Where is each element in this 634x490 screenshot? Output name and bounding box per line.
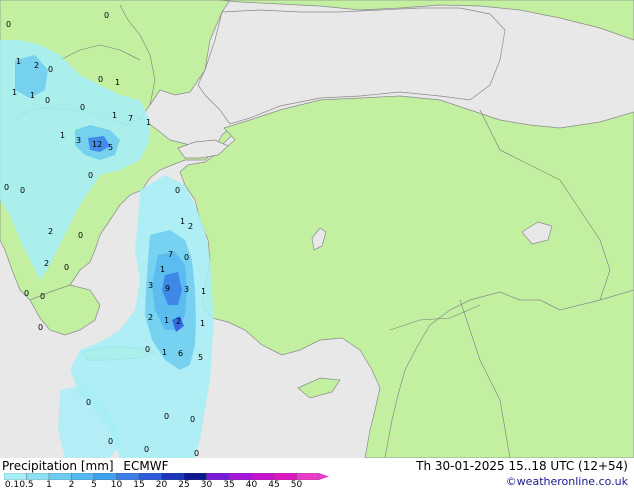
rain-amount-label: 3 xyxy=(76,136,81,145)
valid-time: Th 30-01-2025 15..18 UTC (12+54) xyxy=(416,459,628,473)
rain-amount-label: 1 xyxy=(146,118,151,127)
rain-amount-label: 7 xyxy=(168,250,173,259)
colorbar-segment xyxy=(116,473,140,480)
model-name: ECMWF xyxy=(123,459,169,473)
rain-amount-label: 0 xyxy=(80,103,85,112)
colorbar-level-label: 2 xyxy=(68,480,75,490)
colorbar-segment xyxy=(138,473,162,480)
rain-amount-label: 0 xyxy=(45,96,50,105)
colorbar-level-label: 20 xyxy=(155,480,168,490)
rain-amount-label: 1 xyxy=(160,265,165,274)
colorbar-level-label: 50 xyxy=(290,480,303,490)
colorbar-overflow-arrow xyxy=(319,473,329,480)
rain-amount-label: 0 xyxy=(4,183,9,192)
colorbar-segment xyxy=(206,473,230,480)
colorbar-segment xyxy=(183,473,207,480)
rain-amount-label: 0 xyxy=(194,449,199,458)
rain-amount-label: 0 xyxy=(108,437,113,446)
credit-link[interactable]: ©weatheronline.co.uk xyxy=(506,475,628,488)
rain-amount-label: 3 xyxy=(148,281,153,290)
colorbar-level-label: 15 xyxy=(133,480,145,490)
rain-amount-label: 1 xyxy=(30,91,35,100)
rain-amount-label: 0 xyxy=(88,171,93,180)
colorbar-segment xyxy=(273,473,297,480)
precipitation-field xyxy=(0,40,214,458)
rain-amount-label: 0 xyxy=(38,323,43,332)
colorbar-segment xyxy=(26,473,50,480)
map-footer: Precipitation [mm] ECMWF Th 30-01-2025 1… xyxy=(0,458,634,490)
rain-amount-label: 0 xyxy=(175,186,180,195)
rain-amount-label: 0 xyxy=(64,263,69,272)
colorbar-labels: 0.1 0.5 1 2 5 10 15 20 25 30 35 40 45 50 xyxy=(0,480,330,490)
rain-amount-label: 1 xyxy=(115,78,120,87)
rain-amount-label: 1 xyxy=(60,131,65,140)
rain-amount-label: 0 xyxy=(40,292,45,301)
colorbar xyxy=(4,473,329,480)
rain-amount-label: 2 xyxy=(148,313,153,322)
colorbar-level-label: 30 xyxy=(200,480,213,490)
colorbar-level-label: 1 xyxy=(46,480,52,490)
rain-amount-label: 0 xyxy=(20,186,25,195)
rain-amount-label: 0 xyxy=(190,415,195,424)
rain-amount-label: 1 xyxy=(180,217,185,226)
colorbar-level-label: 5 xyxy=(91,480,97,490)
rain-amount-label: 0 xyxy=(48,65,53,74)
rain-amount-label: 0 xyxy=(6,20,11,29)
colorbar-level-label: 45 xyxy=(268,480,280,490)
rain-amount-label: 0 xyxy=(98,75,103,84)
rain-amount-label: 9 xyxy=(165,284,170,293)
colorbar-segment xyxy=(228,473,252,480)
colorbar-level-label: 35 xyxy=(223,480,235,490)
rain-amount-label: 5 xyxy=(198,353,203,362)
rain-amount-label: 12 xyxy=(92,140,102,149)
rain-amount-label: 1 xyxy=(164,316,169,325)
land-cyprus xyxy=(297,377,341,399)
colorbar-level-label: 0.1 xyxy=(4,480,20,490)
rain-amount-label: 1 xyxy=(12,88,17,97)
rain-amount-label: 1 xyxy=(112,111,117,120)
rain-amount-label: 2 xyxy=(48,227,53,236)
rain-amount-label: 0 xyxy=(184,253,189,262)
rain-amount-label: 5 xyxy=(108,143,113,152)
colorbar-level-label: 25 xyxy=(178,480,190,490)
colorbar-segment xyxy=(251,473,275,480)
colorbar-segment xyxy=(161,473,185,480)
colorbar-segment xyxy=(4,473,27,480)
rain-amount-label: 2 xyxy=(176,317,181,326)
rain-amount-label: 0 xyxy=(86,398,91,407)
colorbar-segment xyxy=(296,473,320,480)
rain-amount-label: 7 xyxy=(128,114,133,123)
colorbar-segment xyxy=(48,473,72,480)
rain-amount-label: 1 xyxy=(200,319,205,328)
rain-amount-label: 0 xyxy=(164,412,169,421)
rain-amount-label: 6 xyxy=(178,349,183,358)
rain-amount-label: 0 xyxy=(78,231,83,240)
rain-amount-label: 1 xyxy=(162,348,167,357)
rain-amount-label: 0 xyxy=(104,11,109,20)
rain-amount-label: 0 xyxy=(144,445,149,454)
colorbar-level-label: 10 xyxy=(110,480,123,490)
rain-amount-label: 3 xyxy=(184,285,189,294)
rain-amount-label: 2 xyxy=(34,61,39,70)
rain-amount-label: 0 xyxy=(145,345,150,354)
rain-amount-label: 1 xyxy=(201,287,206,296)
rain-amount-label: 2 xyxy=(188,222,193,231)
colorbar-segment xyxy=(71,473,95,480)
precipitation-map: 1 2 0 1 1 0 0 1 0 1 7 1 1 3 12 5 0 0 0 0 1 2 2 0 7 0 2 0 1 3 9 3 1 0 0 2 1 2 1… xyxy=(0,0,634,458)
legend-title: Precipitation [mm] ECMWF xyxy=(2,459,174,473)
rain-amount-label: 2 xyxy=(44,259,49,268)
rain-amount-label: 0 xyxy=(24,289,29,298)
rain-amount-label: 1 xyxy=(16,57,21,66)
colorbar-level-label: 40 xyxy=(245,480,258,490)
colorbar-level-label: 0.5 xyxy=(19,480,34,490)
precipitation-label: Precipitation [mm] xyxy=(2,459,114,473)
colorbar-segment xyxy=(93,473,117,480)
